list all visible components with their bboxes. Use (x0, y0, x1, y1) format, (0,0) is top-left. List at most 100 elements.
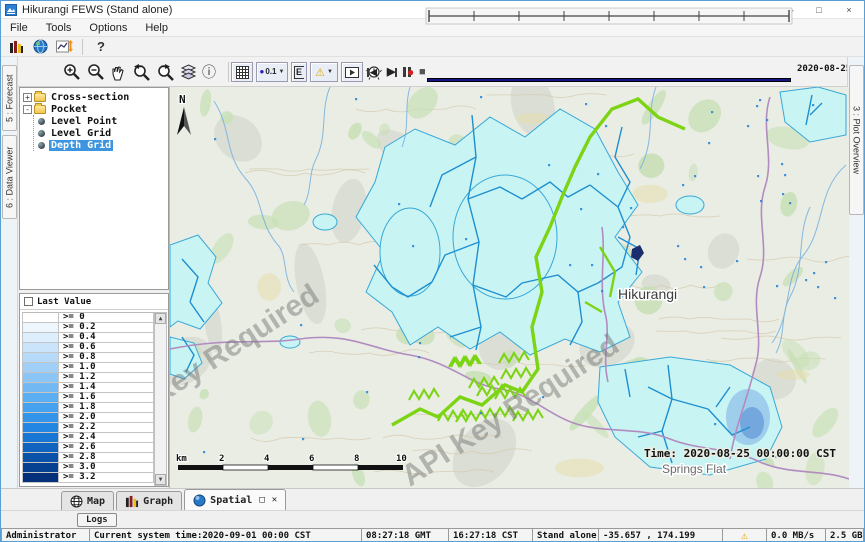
status-gmt-time: 08:27:18 GMT (362, 528, 449, 542)
timeseries-chart-icon[interactable] (55, 38, 73, 56)
folder-icon (34, 93, 46, 102)
threshold-dropdown[interactable]: ● 0.1 ▼ (256, 62, 288, 82)
logs-button[interactable]: Logs (77, 513, 117, 527)
info-icon[interactable]: ⓘ (202, 62, 216, 82)
menu-options[interactable]: Options (80, 21, 136, 35)
status-warning[interactable]: ⚠ (723, 528, 767, 542)
tree-node-label[interactable]: Cross-section (49, 92, 131, 103)
app-logo-icon (5, 4, 17, 16)
maximize-button[interactable]: □ (804, 1, 834, 18)
status-bar: Administrator Current system time:2020-0… (1, 528, 864, 542)
bullet-icon (38, 142, 45, 149)
legend-swatch (23, 313, 59, 322)
zoom-in-icon[interactable] (63, 62, 81, 82)
maximize-panel-icon[interactable]: □ (259, 495, 264, 505)
zoom-out-icon[interactable] (87, 62, 105, 82)
frame-bar (367, 68, 369, 77)
legend-scrollbar[interactable]: ▲ ▼ (154, 312, 167, 486)
map-canvas[interactable]: API Key Required API Key Required Hikura… (170, 87, 849, 488)
tree-node-label[interactable]: Level Grid (49, 128, 113, 139)
scale-tick: 2 (219, 454, 224, 464)
legend-row[interactable]: >= 3.2 (22, 473, 154, 483)
tree-node-pocket[interactable]: - Pocket (23, 103, 168, 115)
database-icon[interactable] (7, 38, 25, 56)
tree-node-level-grid[interactable]: Level Grid (36, 127, 168, 139)
legend-swatch (23, 353, 59, 362)
map-toolbar: ⓘ ● 0.1 ▼ E ⚠ ▼ ▶ ■ (1, 57, 864, 87)
last-frame-button[interactable]: ▶ (387, 62, 397, 82)
collapse-icon[interactable]: - (23, 105, 32, 114)
legend-list: >= 0 >= 0.2 >= 0.4 >= 0.6 >= 0.8 >= 1.0 … (22, 312, 154, 486)
legend-label: >= 1.4 (59, 383, 96, 392)
main-area: 5 : Forecast 6 : Data Viewer 3 : Plot Ov… (1, 87, 864, 488)
tab-forecast[interactable]: 5 : Forecast (2, 65, 17, 131)
status-network: 0.0 MB/s (767, 528, 826, 542)
legend-label: >= 0.8 (59, 353, 96, 362)
menu-file[interactable]: File (1, 21, 37, 35)
pan-hand-icon[interactable] (110, 62, 126, 82)
expand-icon[interactable]: + (23, 93, 32, 102)
next-arrow: ▶ (387, 68, 394, 77)
status-coordinates: -35.657 , 174.199 (599, 528, 723, 542)
first-frame-button[interactable]: ◀ (367, 62, 377, 82)
time-slider[interactable] (425, 7, 793, 25)
status-local-time: 16:27:18 CST (449, 528, 533, 542)
help-button[interactable]: ? (92, 38, 110, 56)
tab-spatial-label: Spatial (210, 495, 252, 506)
legend-swatch (23, 363, 59, 372)
warning-dropdown[interactable]: ⚠ ▼ (310, 62, 338, 82)
legend-label: >= 1.8 (59, 403, 96, 412)
tree-node-cross-section[interactable]: + Cross-section (23, 91, 168, 103)
legend-button[interactable]: E (291, 62, 307, 82)
timeline-progress-bar[interactable] (427, 78, 791, 82)
menu-help[interactable]: Help (136, 21, 177, 35)
scroll-up-icon[interactable]: ▲ (155, 313, 166, 324)
tab-spatial[interactable]: Spatial □ ✕ (184, 489, 286, 510)
legend-letter: E (294, 66, 304, 79)
warning-icon: ⚠ (315, 66, 325, 79)
scale-tick: 10 (396, 454, 407, 464)
legend-label: >= 2.4 (59, 433, 96, 442)
tab-data-viewer[interactable]: 6 : Data Viewer (2, 135, 17, 219)
map-time-label: Time: 2020-08-25 00:00:00 CST (644, 447, 836, 460)
status-user: Administrator (1, 528, 90, 542)
bars-icon (125, 495, 139, 508)
menu-tools[interactable]: Tools (37, 21, 81, 35)
tab-map[interactable]: Map (61, 491, 114, 510)
app-window: Hikurangi FEWS (Stand alone) — □ × File … (0, 0, 865, 542)
logs-row: Logs (1, 510, 864, 528)
legend-swatch (23, 423, 59, 432)
legend-swatch (23, 413, 59, 422)
record-button[interactable]: ● (407, 62, 414, 82)
last-value-checkbox[interactable] (24, 297, 33, 306)
warning-icon: ⚠ (741, 529, 748, 542)
threshold-value: 0.1 (265, 68, 276, 76)
movie-player-button[interactable] (341, 62, 363, 82)
label-hikurangi: Hikurangi (618, 286, 677, 302)
bullet-icon (38, 130, 45, 137)
tree-node-label[interactable]: Pocket (49, 104, 89, 115)
grid-display-button[interactable] (231, 62, 253, 82)
legend-label: >= 1.0 (59, 363, 96, 372)
close-button[interactable]: × (834, 1, 864, 18)
folder-icon (34, 105, 46, 114)
tree-node-label[interactable]: Depth Grid (49, 140, 113, 151)
scroll-down-icon[interactable]: ▼ (155, 474, 166, 485)
zoom-next-icon[interactable] (156, 62, 175, 82)
globe-icon[interactable] (31, 38, 49, 56)
close-panel-icon[interactable]: ✕ (272, 495, 277, 505)
tree-node-label[interactable]: Level Point (49, 116, 119, 127)
legend-label: >= 1.6 (59, 393, 96, 402)
tab-graph[interactable]: Graph (116, 491, 182, 510)
legend-header: Last Value (20, 294, 168, 310)
layers-icon[interactable] (180, 62, 197, 82)
tab-plot-overview[interactable]: 3 : Plot Overview (849, 65, 864, 215)
legend-swatch (23, 403, 59, 412)
legend-label: >= 0.2 (59, 323, 96, 332)
zoom-previous-icon[interactable] (132, 62, 151, 82)
tree-node-level-point[interactable]: Level Point (36, 115, 168, 127)
tree-node-depth-grid[interactable]: Depth Grid (36, 139, 168, 151)
legend-label: >= 3.0 (59, 463, 96, 472)
stop-button[interactable]: ■ (419, 62, 426, 82)
status-system-time: Current system time:2020-09-01 00:00 CST (90, 528, 362, 542)
